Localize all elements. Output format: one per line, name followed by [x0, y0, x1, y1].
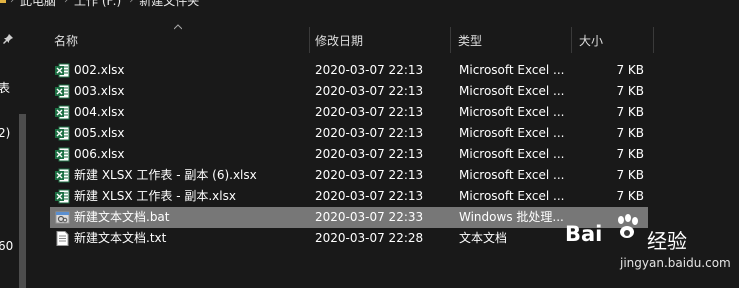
column-header-date[interactable]: 修改日期: [307, 26, 451, 54]
watermark-url: jingyan.baidu.com: [620, 256, 731, 270]
excel-icon: [55, 147, 70, 162]
file-size: 7 KB: [616, 147, 644, 161]
file-row[interactable]: 005.xlsx 2020-03-07 22:13 Microsoft Exce…: [50, 123, 648, 144]
excel-icon: [55, 105, 70, 120]
file-row[interactable]: 新建 XLSX 工作表 - 副本.xlsx 2020-03-07 22:13 M…: [50, 186, 648, 207]
breadcrumb-item-drive[interactable]: 工作 (F:): [74, 0, 121, 9]
column-header-name-label: 名称: [54, 33, 79, 48]
file-type: Microsoft Excel ...: [459, 126, 565, 140]
file-type: Microsoft Excel ...: [459, 147, 565, 161]
column-header-type[interactable]: 类型: [450, 26, 572, 54]
watermark-brand: Bai: [565, 222, 603, 246]
file-row[interactable]: 004.xlsx 2020-03-07 22:13 Microsoft Exce…: [50, 102, 648, 123]
file-name: 003.xlsx: [74, 84, 125, 98]
pin-icon: [3, 34, 13, 44]
file-name: 新建 XLSX 工作表 - 副本.xlsx: [74, 189, 236, 203]
navigation-pane: 表 2) 60: [0, 21, 33, 288]
column-header-date-label: 修改日期: [315, 33, 364, 48]
column-header-size-label: 大小: [579, 33, 604, 48]
file-row[interactable]: 006.xlsx 2020-03-07 22:13 Microsoft Exce…: [50, 144, 648, 165]
file-date: 2020-03-07 22:13: [315, 168, 424, 182]
nav-item-fragment[interactable]: 60: [0, 239, 13, 253]
file-type: Microsoft Excel ...: [459, 189, 565, 203]
file-date: 2020-03-07 22:28: [315, 231, 424, 245]
file-date: 2020-03-07 22:13: [315, 84, 424, 98]
file-row[interactable]: 新建文本文档.txt 2020-03-07 22:28 文本文档: [50, 228, 648, 249]
file-name: 004.xlsx: [74, 105, 125, 119]
file-date: 2020-03-07 22:13: [315, 105, 424, 119]
chevron-right-icon: ›: [64, 0, 69, 6]
excel-icon: [55, 168, 70, 183]
file-date: 2020-03-07 22:13: [315, 189, 424, 203]
file-type: 文本文档: [459, 231, 508, 245]
file-name: 006.xlsx: [74, 147, 125, 161]
file-name: 新建文本文档.txt: [74, 231, 167, 245]
chevron-right-icon: ›: [10, 0, 14, 6]
file-type: Windows 批处理...: [459, 210, 564, 224]
file-name: 新建文本文档.bat: [74, 210, 170, 224]
file-size: 7 KB: [616, 189, 644, 203]
file-size: 7 KB: [616, 84, 644, 98]
file-type: Microsoft Excel ...: [459, 84, 565, 98]
file-row-selected[interactable]: 新建文本文档.bat 2020-03-07 22:33 Windows 批处理.…: [50, 207, 648, 228]
text-file-icon: [55, 231, 70, 246]
file-type: Microsoft Excel ...: [459, 105, 565, 119]
excel-icon: [55, 126, 70, 141]
paw-logo-icon: [618, 214, 638, 238]
file-size: 7 KB: [616, 126, 644, 140]
file-row[interactable]: 新建 XLSX 工作表 - 副本 (6).xlsx 2020-03-07 22:…: [50, 165, 648, 186]
column-header-type-label: 类型: [458, 33, 483, 48]
file-size: 7 KB: [616, 63, 644, 77]
file-name: 002.xlsx: [74, 63, 125, 77]
watermark-suffix: 经验: [647, 229, 687, 253]
chevron-right-icon: ›: [129, 0, 134, 6]
file-row[interactable]: 002.xlsx 2020-03-07 22:13 Microsoft Exce…: [50, 60, 648, 81]
file-date: 2020-03-07 22:13: [315, 126, 424, 140]
file-size: 7 KB: [616, 105, 644, 119]
file-date: 2020-03-07 22:13: [315, 63, 424, 77]
file-row[interactable]: 003.xlsx 2020-03-07 22:13 Microsoft Exce…: [50, 81, 648, 102]
file-date: 2020-03-07 22:13: [315, 147, 424, 161]
column-header-name[interactable]: 名称: [46, 26, 310, 54]
nav-item-fragment[interactable]: 表: [0, 79, 10, 96]
batch-file-icon: [55, 210, 70, 225]
excel-icon: [55, 84, 70, 99]
column-headers: 名称 修改日期 类型 大小: [46, 24, 736, 54]
breadcrumb-item-folder[interactable]: 新建文件夹: [139, 0, 199, 9]
nav-item-fragment[interactable]: 2): [0, 126, 10, 140]
file-size: 7 KB: [616, 168, 644, 182]
file-type: Microsoft Excel ...: [459, 168, 565, 182]
breadcrumb-item-this-pc[interactable]: 此电脑: [20, 0, 56, 9]
excel-icon: [55, 63, 70, 78]
file-type: Microsoft Excel ...: [459, 63, 565, 77]
folder-icon: [0, 0, 6, 3]
file-date: 2020-03-07 22:33: [315, 210, 424, 224]
file-name: 005.xlsx: [74, 126, 125, 140]
excel-icon: [55, 189, 70, 204]
file-name: 新建 XLSX 工作表 - 副本 (6).xlsx: [74, 168, 257, 182]
column-header-size[interactable]: 大小: [571, 26, 654, 54]
nav-scrollbar[interactable]: [19, 114, 26, 288]
breadcrumb: › 此电脑 › 工作 (F:) › 新建文件夹: [0, 0, 739, 11]
